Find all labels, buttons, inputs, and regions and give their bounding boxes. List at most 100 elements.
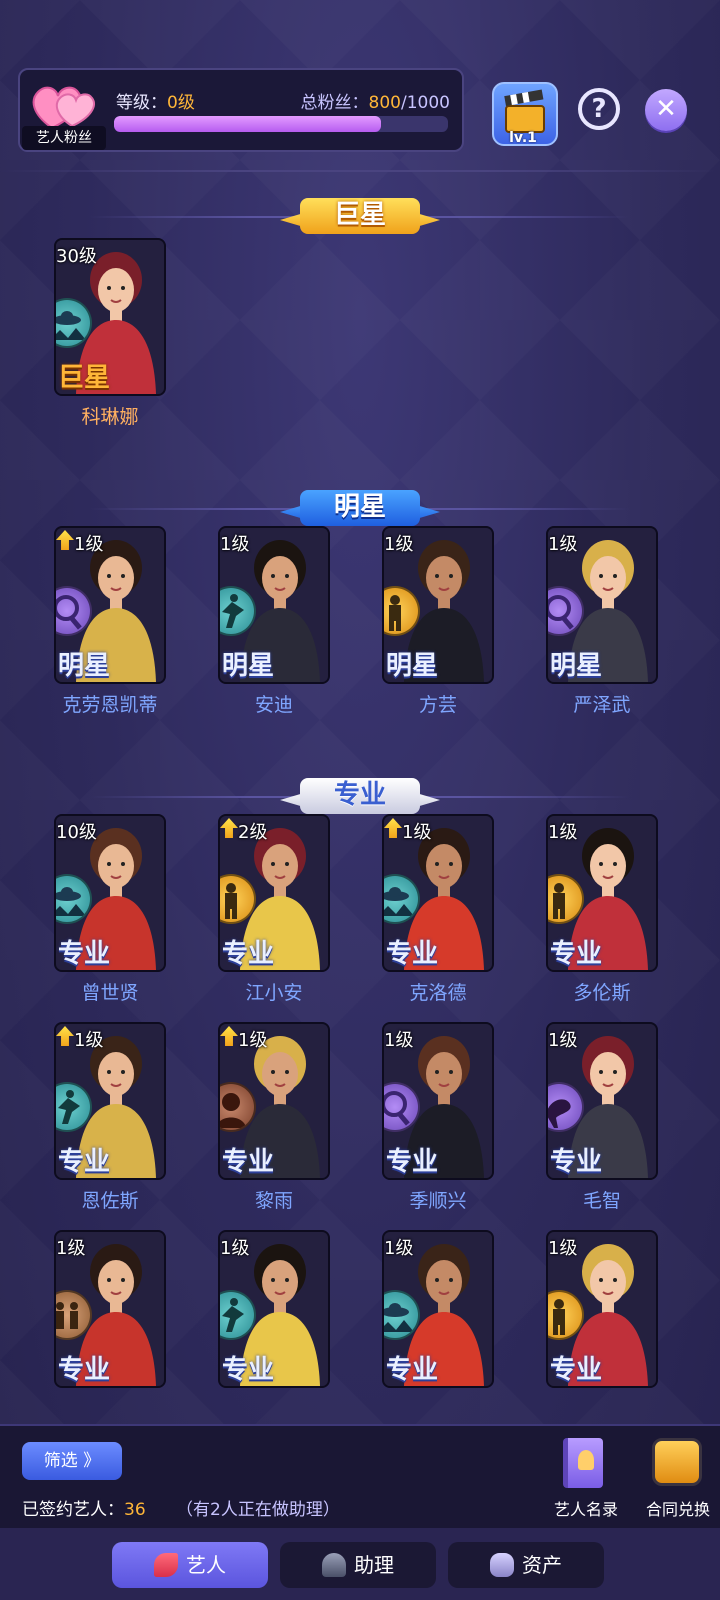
- close-button[interactable]: ✕: [645, 89, 687, 131]
- artist-level: 1级: [548, 1238, 578, 1259]
- fans-progress-fill: [114, 116, 382, 132]
- artist-name: 严泽武: [573, 694, 631, 716]
- artist-rank-tag: 明星: [222, 651, 275, 681]
- artist-name: 方芸: [418, 694, 457, 716]
- artist-rank-tag: 专业: [550, 1355, 603, 1385]
- section-banner-pro: 专业: [280, 776, 440, 816]
- artist-card[interactable]: 2级 专业: [218, 814, 330, 972]
- fans-total: /1000: [401, 93, 450, 113]
- assistant-note: （有2人正在做助理）: [176, 1500, 340, 1520]
- artist-card[interactable]: 10级专业: [54, 814, 166, 972]
- artist-card[interactable]: 1级专业: [54, 1230, 166, 1388]
- fans-current: 800: [368, 93, 401, 113]
- artist-level: 1级: [220, 534, 250, 555]
- lips-icon: [154, 1553, 178, 1577]
- artist-card[interactable]: 1级专业: [546, 814, 658, 972]
- artist-rank-tag: 明星: [58, 651, 111, 681]
- clapper-level: lv.1: [509, 130, 537, 146]
- section-title-superstar: 巨星: [333, 200, 386, 230]
- artist-rank-tag: 专业: [386, 939, 439, 969]
- artist-name: 安迪: [254, 694, 293, 716]
- artist-rank-tag: 明星: [386, 651, 439, 681]
- artist-rank-tag: 专业: [58, 1147, 111, 1177]
- artist-card[interactable]: 1级明星: [382, 526, 494, 684]
- fan-badge: 艺人粉丝: [22, 126, 106, 150]
- artist-name: 恩佐斯: [81, 1190, 139, 1212]
- artist-level: 30级: [56, 246, 97, 267]
- fan-level-panel: 艺人粉丝 等级：0级 总粉丝：800/1000: [18, 68, 464, 152]
- artist-rank-tag: 专业: [386, 1147, 439, 1177]
- artist-level: 1级: [220, 1238, 250, 1259]
- tab-assets-label: 资产: [522, 1553, 562, 1577]
- artist-card[interactable]: 1级专业: [546, 1022, 658, 1180]
- tab-artists-label: 艺人: [186, 1553, 226, 1577]
- bag-icon: [490, 1553, 514, 1577]
- artist-card[interactable]: 1级专业: [218, 1230, 330, 1388]
- artist-name: 曾世贤: [81, 982, 139, 1004]
- artist-level: 1级: [384, 1238, 414, 1259]
- artist-rank-tag: 专业: [222, 1147, 275, 1177]
- artist-card[interactable]: 1级专业: [382, 1230, 494, 1388]
- artist-level: 1级: [56, 1238, 86, 1259]
- artist-rank-tag: 专业: [222, 939, 275, 969]
- artist-rank-tag: 专业: [222, 1355, 275, 1385]
- fans-label: 总粉丝：: [300, 93, 369, 113]
- header-divider: [0, 170, 720, 172]
- fans-readout: 总粉丝：800/1000: [301, 88, 450, 113]
- artist-rank-tag: 专业: [58, 1355, 111, 1385]
- artist-card[interactable]: 30级巨星: [54, 238, 166, 396]
- artist-name: 江小安: [245, 982, 303, 1004]
- artist-rank-tag: 明星: [550, 651, 603, 681]
- contract-exchange-button[interactable]: 合同兑换: [640, 1438, 716, 1519]
- artist-card[interactable]: 1级明星: [546, 526, 658, 684]
- artist-card[interactable]: 1级明星: [218, 526, 330, 684]
- artist-name: 克洛德: [409, 982, 467, 1004]
- artist-card[interactable]: 1级 专业: [218, 1022, 330, 1180]
- tab-artists[interactable]: 艺人: [112, 1542, 268, 1588]
- artist-card[interactable]: 1级专业: [382, 1022, 494, 1180]
- artist-name: 黎雨: [254, 1190, 293, 1212]
- level-value: 0级: [167, 93, 195, 113]
- artist-rank-tag: 专业: [550, 1147, 603, 1177]
- artist-rank-tag: 巨星: [58, 363, 111, 393]
- roster-book-icon: [563, 1438, 603, 1488]
- artist-roster-button[interactable]: 艺人名录: [548, 1438, 624, 1519]
- artist-name: 多伦斯: [573, 982, 631, 1004]
- artist-level: 1级: [384, 1030, 414, 1051]
- artist-card[interactable]: 1级 明星: [54, 526, 166, 684]
- tab-assistants-label: 助理: [354, 1553, 394, 1577]
- help-button[interactable]: ?: [578, 88, 620, 130]
- artist-level: 1级: [548, 1030, 578, 1051]
- folder-icon: [652, 1438, 702, 1486]
- section-title-star: 明星: [333, 492, 386, 522]
- fans-progress-bar: [114, 116, 448, 132]
- signed-count-readout: 已签约艺人：36: [22, 1495, 146, 1520]
- artist-level: 1级: [384, 534, 414, 555]
- artist-name: 季顺兴: [409, 1190, 467, 1212]
- signed-label: 已签约艺人：: [22, 1500, 124, 1520]
- tab-assets[interactable]: 资产: [448, 1542, 604, 1588]
- roster-label: 艺人名录: [553, 1500, 618, 1519]
- artist-card[interactable]: 1级 专业: [382, 814, 494, 972]
- level-label: 等级：: [116, 93, 167, 113]
- artist-rank-tag: 专业: [550, 939, 603, 969]
- tab-assistants[interactable]: 助理: [280, 1542, 436, 1588]
- artist-rank-tag: 专业: [58, 939, 111, 969]
- artist-name: 科琳娜: [81, 406, 139, 428]
- artist-name: 毛智: [582, 1190, 621, 1212]
- section-banner-star: 明星: [280, 488, 440, 528]
- artist-level: 1级: [548, 534, 578, 555]
- artist-level: 1级: [548, 822, 578, 843]
- artist-card[interactable]: 1级 专业: [54, 1022, 166, 1180]
- artist-card[interactable]: 1级专业: [546, 1230, 658, 1388]
- level-readout: 等级：0级: [116, 88, 195, 113]
- signed-count: 36: [124, 1500, 146, 1520]
- section-title-pro: 专业: [333, 780, 386, 810]
- artist-level: 10级: [56, 822, 97, 843]
- people-icon: [322, 1553, 346, 1577]
- contract-label: 合同兑换: [645, 1500, 710, 1519]
- section-banner-superstar: 巨星: [280, 196, 440, 236]
- artist-rank-tag: 专业: [386, 1355, 439, 1385]
- filter-button[interactable]: 筛选 》: [22, 1442, 122, 1480]
- artist-name: 克劳恩凯蒂: [62, 694, 158, 716]
